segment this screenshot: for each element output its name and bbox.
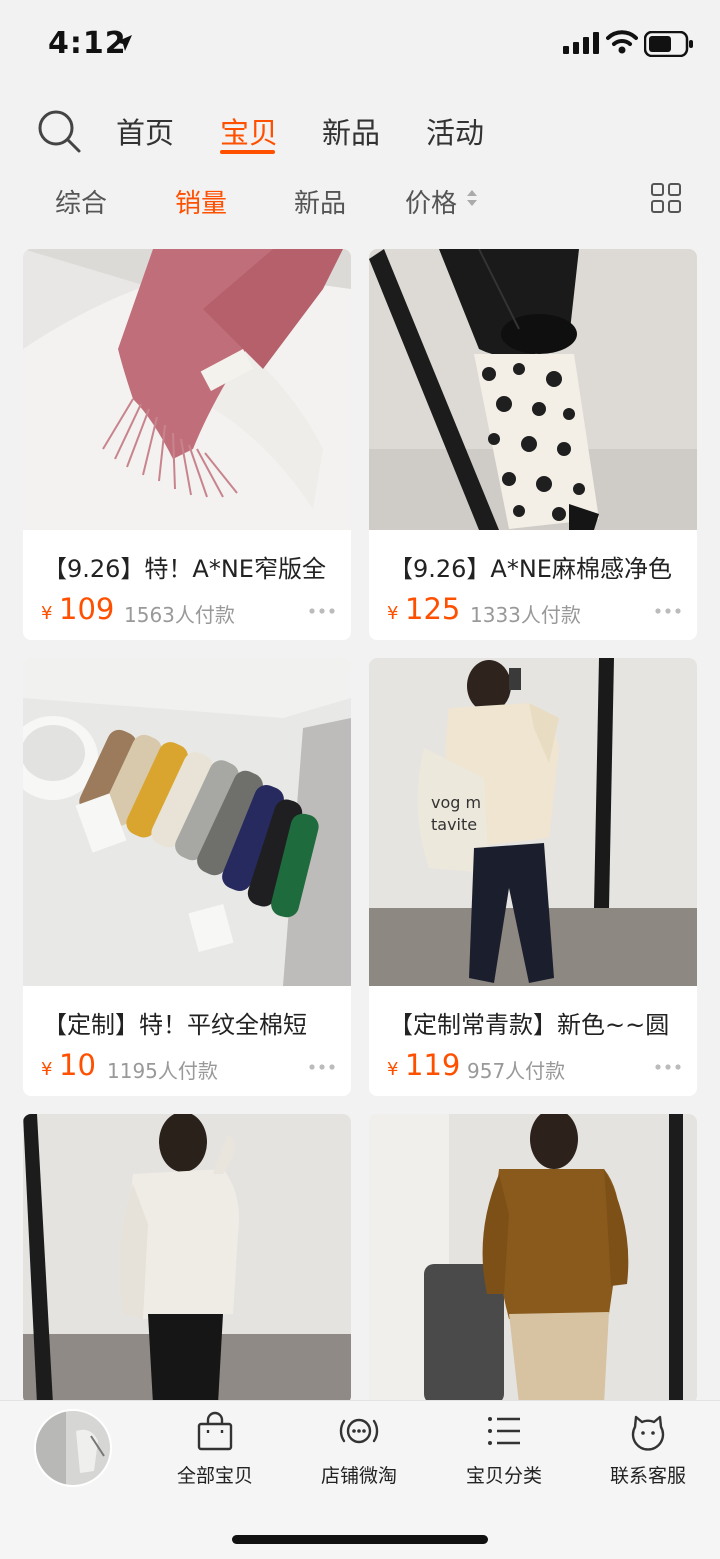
product-card[interactable] <box>369 1114 697 1404</box>
more-icon[interactable] <box>655 608 681 614</box>
tab-events[interactable]: 活动 <box>426 110 484 152</box>
sort-new[interactable]: 新品 <box>294 183 346 220</box>
shopping-bag-icon <box>197 1411 233 1451</box>
currency-symbol: ¥ <box>41 1059 53 1080</box>
location-arrow-icon <box>116 35 132 51</box>
shop-avatar[interactable] <box>34 1409 112 1487</box>
all-items-button[interactable]: 全部宝贝 <box>150 1411 280 1488</box>
product-image-cream-sweater: vog m tavite <box>369 658 697 986</box>
product-card[interactable]: vog m tavite 【定制常青款】新色~~圆 ¥ 119 957人付款 <box>369 658 697 1096</box>
product-title: 【9.26】A*NE麻棉感净色 <box>389 555 672 583</box>
more-icon[interactable] <box>309 608 335 614</box>
active-tab-indicator <box>220 150 275 154</box>
product-image-scarf <box>23 249 351 530</box>
sales-count: 1563人付款 <box>124 603 235 627</box>
sales-count: 1333人付款 <box>470 603 581 627</box>
product-card[interactable]: 【定制】特！平纹全棉短 ¥ 10 1195人付款 <box>23 658 351 1096</box>
svg-text:tavite: tavite <box>431 815 477 834</box>
wifi-icon <box>606 30 638 54</box>
currency-symbol: ¥ <box>387 603 399 624</box>
shop-avatar-image <box>36 1411 110 1485</box>
grid-view-icon[interactable] <box>651 183 681 213</box>
product-image-hooded-sweater <box>23 1114 351 1404</box>
categories-label: 宝贝分类 <box>465 1465 542 1487</box>
product-image-brown-sweater <box>369 1114 697 1404</box>
tab-new[interactable]: 新品 <box>322 110 380 152</box>
product-price: 10 <box>59 1048 96 1082</box>
bottom-bar: 全部宝贝 店铺微淘 宝贝分类 联系客服 <box>0 1400 720 1559</box>
status-bar: 4:12 <box>0 0 720 90</box>
tab-home[interactable]: 首页 <box>116 110 174 152</box>
product-image-leopard-skirt <box>369 249 697 530</box>
currency-symbol: ¥ <box>387 1059 399 1080</box>
contact-service-label: 联系客服 <box>609 1465 686 1487</box>
sort-sales[interactable]: 销量 <box>175 183 227 220</box>
product-image-socks <box>23 658 351 986</box>
all-items-label: 全部宝贝 <box>176 1465 253 1487</box>
shop-feed-button[interactable]: 店铺微淘 <box>294 1411 424 1488</box>
tab-items[interactable]: 宝贝 <box>220 110 278 152</box>
sales-count: 957人付款 <box>467 1059 566 1083</box>
battery-icon <box>644 31 693 57</box>
product-card[interactable]: 【9.26】A*NE麻棉感净色 ¥ 125 1333人付款 <box>369 249 697 640</box>
sales-count: 1195人付款 <box>107 1059 218 1083</box>
shop-feed-label: 店铺微淘 <box>320 1465 397 1487</box>
sort-bar: 综合 销量 新品 价格 <box>0 176 720 226</box>
top-nav: 首页 宝贝 新品 活动 <box>0 96 720 166</box>
product-title: 【定制】特！平纹全棉短 <box>43 1011 307 1039</box>
more-icon[interactable] <box>309 1064 335 1070</box>
broadcast-icon <box>339 1418 379 1444</box>
categories-button[interactable]: 宝贝分类 <box>439 1411 569 1488</box>
cellular-signal-icon <box>563 32 599 54</box>
customer-service-icon <box>631 1415 665 1451</box>
list-icon <box>488 1417 520 1445</box>
product-price: 119 <box>405 1048 461 1082</box>
currency-symbol: ¥ <box>41 603 53 624</box>
search-icon[interactable] <box>36 108 82 154</box>
sort-overall[interactable]: 综合 <box>55 183 107 220</box>
product-title: 【定制常青款】新色~~圆 <box>389 1011 670 1039</box>
home-indicator[interactable] <box>232 1535 488 1544</box>
product-card[interactable] <box>23 1114 351 1404</box>
product-price: 125 <box>405 592 461 626</box>
more-icon[interactable] <box>655 1064 681 1070</box>
contact-service-button[interactable]: 联系客服 <box>583 1411 713 1488</box>
svg-text:vog m: vog m <box>431 793 481 812</box>
product-price: 109 <box>59 592 115 626</box>
sort-arrows-icon <box>467 190 477 206</box>
product-card[interactable]: 【9.26】特！A*NE窄版全 ¥ 109 1563人付款 <box>23 249 351 640</box>
product-title: 【9.26】特！A*NE窄版全 <box>43 555 326 583</box>
sort-price[interactable]: 价格 <box>405 183 457 220</box>
